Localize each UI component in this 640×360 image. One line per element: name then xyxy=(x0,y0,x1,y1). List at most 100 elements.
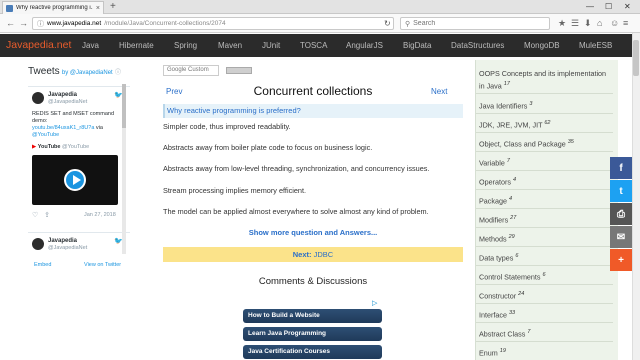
tweet-author-handle[interactable]: @JavapediaNet xyxy=(48,99,87,105)
nav-item-bigdata[interactable]: BigData xyxy=(403,41,431,50)
nav-item-muleesb[interactable]: MuleESB xyxy=(579,41,612,50)
view-on-twitter-link[interactable]: View on Twitter xyxy=(84,262,121,268)
tweet-author-name[interactable]: Javapedia xyxy=(48,238,77,244)
site-logo[interactable]: Javapedia.net xyxy=(6,39,71,51)
reload-icon[interactable]: ↻ xyxy=(384,19,391,28)
divider xyxy=(476,93,613,94)
tweet-author-handle[interactable]: @JavapediaNet xyxy=(48,245,87,251)
video-thumbnail[interactable] xyxy=(32,155,118,205)
next-topic-bar[interactable]: Next: JDBC xyxy=(163,247,463,262)
email-icon[interactable]: ✉ xyxy=(610,226,632,248)
search-icon: ⚲ xyxy=(405,20,411,28)
tweet-via-link[interactable]: @YouTube xyxy=(32,132,59,138)
close-window-button[interactable]: ✕ xyxy=(624,1,631,13)
sidebar-item-oops[interactable]: OOPS Concepts and its implementation in … xyxy=(479,69,611,91)
next-link[interactable]: Next xyxy=(431,87,447,96)
sidebar-item-count: 6 xyxy=(515,253,519,259)
prev-link[interactable]: Prev xyxy=(166,87,182,96)
sidebar-item-interface[interactable]: Interface 33 xyxy=(479,308,611,320)
tab-title: Why reactive programming i... xyxy=(16,5,93,11)
forward-button[interactable]: → xyxy=(19,18,28,29)
nav-item-spring[interactable]: Spring xyxy=(174,41,197,50)
tweet-author-name[interactable]: Javapedia xyxy=(48,92,77,98)
nav-item-junit[interactable]: JUnit xyxy=(262,41,280,50)
sidebar-item-enum[interactable]: Enum 19 xyxy=(479,346,611,358)
nav-item-mongodb[interactable]: MongoDB xyxy=(524,41,560,50)
sidebar-item-operators[interactable]: Operators 4 xyxy=(479,175,611,187)
nav-item-tosca[interactable]: TOSCA xyxy=(300,41,327,50)
bookmark-icon[interactable]: ★ xyxy=(558,18,566,29)
sidebar-item-object-class-package[interactable]: Object, Class and Package 35 xyxy=(479,137,611,149)
sidebar-item-jdk[interactable]: JDK, JRE, JVM, JIT 62 xyxy=(479,118,611,130)
nav-item-java[interactable]: Java xyxy=(82,41,99,50)
info-icon[interactable]: ⓘ xyxy=(37,19,44,29)
custom-search-input[interactable]: Google Custom xyxy=(163,65,219,76)
sidebar-item-label: Modifiers xyxy=(479,215,509,225)
like-icon[interactable]: ♡ xyxy=(32,212,38,219)
sidebar-item-label: JDK, JRE, JVM, JIT xyxy=(479,120,543,130)
print-icon[interactable]: ⎙ xyxy=(610,203,632,225)
adchoices-icon[interactable]: ▷ xyxy=(372,299,377,307)
sidebar-item-modifiers[interactable]: Modifiers 27 xyxy=(479,213,611,225)
nav-item-maven[interactable]: Maven xyxy=(218,41,242,50)
twitter-share-icon[interactable]: t xyxy=(610,180,632,202)
minimize-button[interactable]: — xyxy=(586,1,594,13)
sidebar-item-constructor[interactable]: Constructor 24 xyxy=(479,289,611,301)
tweet-link[interactable]: youtu.be/84uxaK1_r8U?a xyxy=(32,125,94,131)
browser-search-input[interactable] xyxy=(413,20,534,27)
comments-heading: Comments & Discussions xyxy=(258,276,368,287)
youtube-name[interactable]: YouTube xyxy=(38,144,61,150)
account-icon[interactable]: ☺ xyxy=(610,18,619,29)
sidebar-item-count: 3 xyxy=(529,101,533,107)
browser-toolbar: ← → ⓘ www.javapedia.net/module/Java/Conc… xyxy=(0,14,640,33)
search-button[interactable] xyxy=(226,67,252,74)
share-icon[interactable]: ⇪ xyxy=(44,212,50,219)
sidebar-item-control-statements[interactable]: Control Statements 6 xyxy=(479,270,611,282)
ad-link[interactable]: Learn Java Programming xyxy=(243,327,382,341)
back-button[interactable]: ← xyxy=(6,18,15,29)
tweet-date[interactable]: Jan 27, 2018 xyxy=(84,212,116,218)
avatar[interactable] xyxy=(32,238,44,250)
avatar[interactable] xyxy=(32,92,44,104)
tab-close-icon[interactable]: × xyxy=(96,5,100,12)
info-icon[interactable]: ⓘ xyxy=(115,70,121,76)
sidebar-item-count: 6 xyxy=(542,272,546,278)
ad-link[interactable]: Java Certification Courses xyxy=(243,345,382,359)
play-icon[interactable] xyxy=(64,169,86,191)
maximize-button[interactable]: ☐ xyxy=(605,1,612,13)
browser-search-box[interactable]: ⚲ xyxy=(400,17,550,30)
more-share-icon[interactable]: + xyxy=(610,249,632,271)
new-tab-button[interactable]: + xyxy=(110,1,116,13)
sidebar-item-methods[interactable]: Methods 29 xyxy=(479,232,611,244)
nav-item-angularjs[interactable]: AngularJS xyxy=(346,41,383,50)
sidebar-item-identifiers[interactable]: Java Identifiers 3 xyxy=(479,99,611,111)
tweet-body: REDIS SET and MSET command demo: xyxy=(32,111,115,124)
browser-tab[interactable]: Why reactive programming i... × xyxy=(2,1,104,14)
home-icon[interactable]: ⌂ xyxy=(597,18,602,29)
menu-icon[interactable]: ≡ xyxy=(623,18,628,29)
sidebar-item-abstract-class[interactable]: Abstract Class 7 xyxy=(479,327,611,339)
twitter-scrollbar-thumb[interactable] xyxy=(122,84,126,128)
youtube-handle[interactable]: @YouTube xyxy=(62,144,89,150)
reading-list-icon[interactable]: ☰ xyxy=(571,18,579,29)
twitter-by-link[interactable]: by @JavapediaNet xyxy=(62,70,113,76)
divider xyxy=(476,284,613,285)
sidebar-item-label: Variable xyxy=(479,158,505,168)
address-bar[interactable]: ⓘ www.javapedia.net/module/Java/Concurre… xyxy=(32,17,394,30)
sidebar-item-data-types[interactable]: Data types 6 xyxy=(479,251,611,263)
next-topic-link[interactable]: JDBC xyxy=(314,250,334,259)
sidebar-item-count: 19 xyxy=(499,348,506,354)
page-scrollbar[interactable] xyxy=(632,33,640,360)
ad-link[interactable]: How to Build a Website xyxy=(243,309,382,323)
sidebar-item-package[interactable]: Package 4 xyxy=(479,194,611,206)
show-more-link[interactable]: Show more question and Answers... xyxy=(163,228,463,237)
embed-link[interactable]: Embed xyxy=(34,262,51,268)
nav-item-datastructures[interactable]: DataStructures xyxy=(451,41,504,50)
download-icon[interactable]: ⬇ xyxy=(584,18,592,29)
divider xyxy=(476,246,613,247)
twitter-widget-title: Tweets xyxy=(28,66,60,77)
facebook-share-icon[interactable]: f xyxy=(610,157,632,179)
page-scrollbar-thumb[interactable] xyxy=(633,40,639,76)
sidebar-item-variable[interactable]: Variable 7 xyxy=(479,156,611,168)
nav-item-hibernate[interactable]: Hibernate xyxy=(119,41,154,50)
